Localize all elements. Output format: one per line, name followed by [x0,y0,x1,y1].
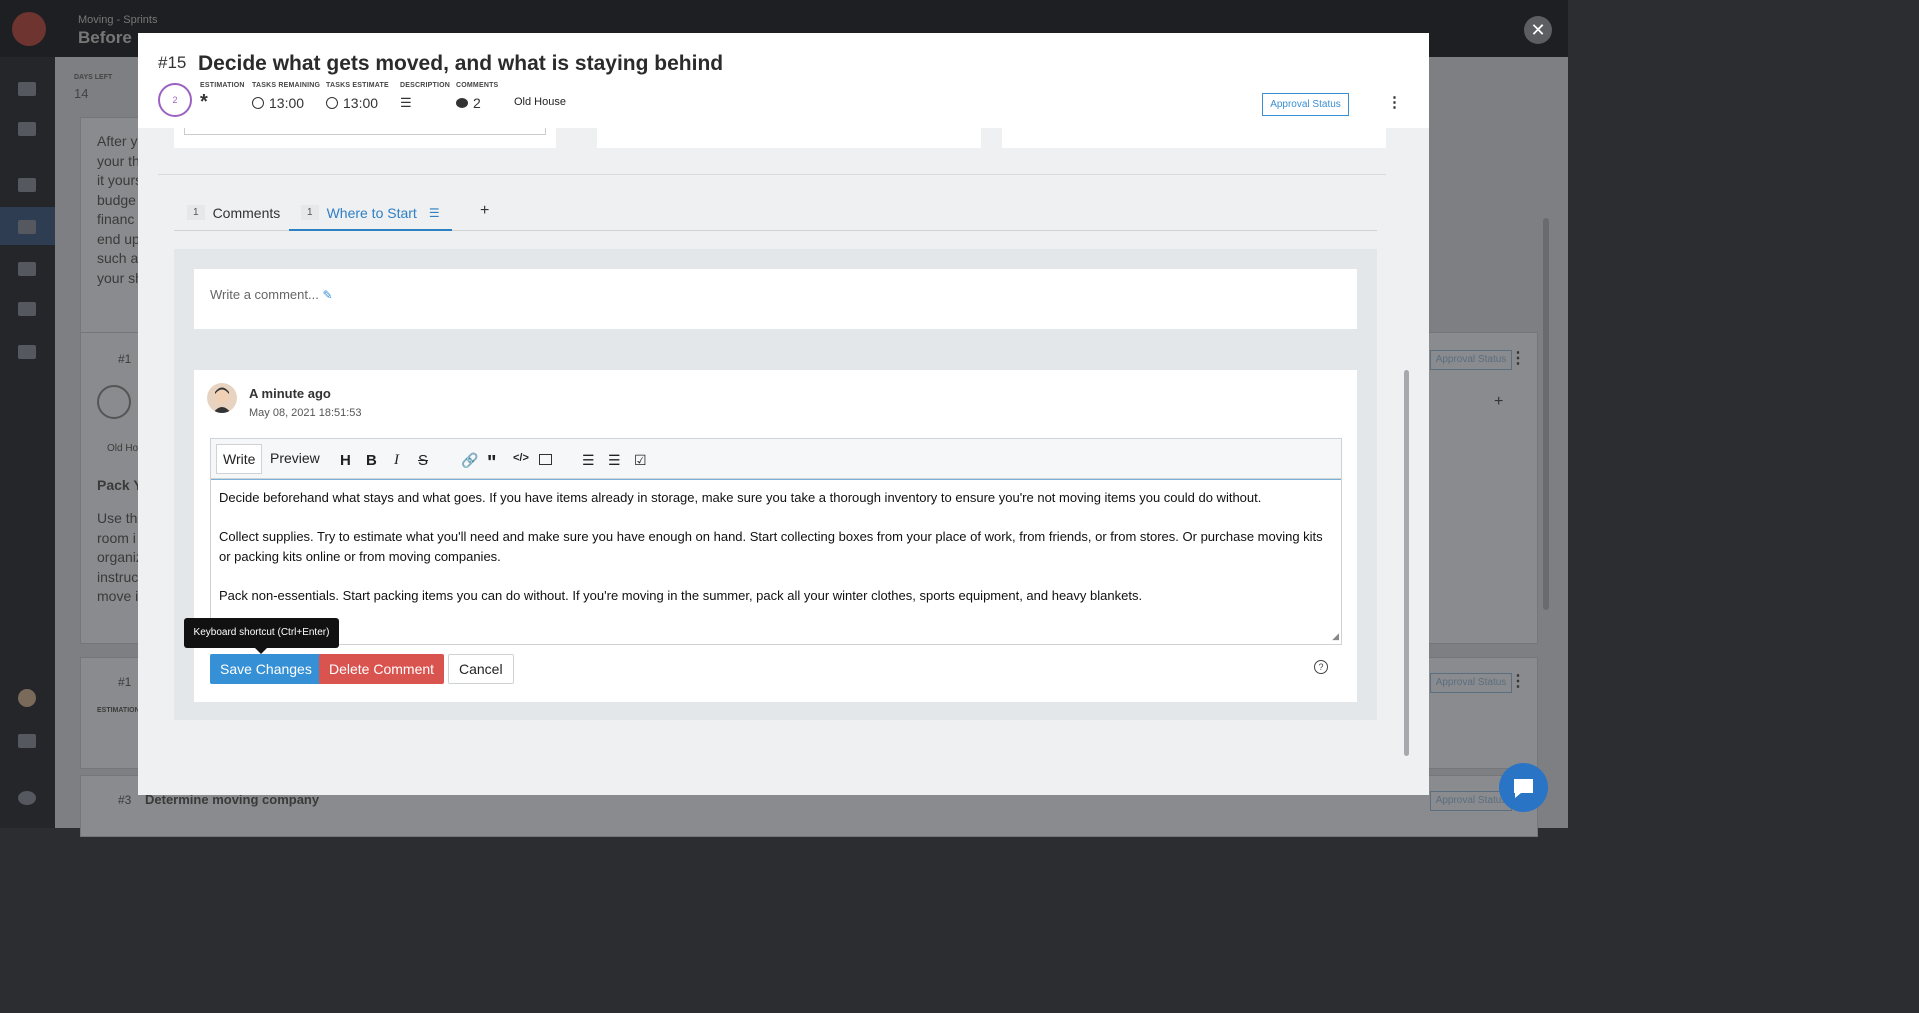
heading-icon[interactable]: H [340,452,356,469]
asterisk-icon: * [200,91,208,113]
points-badge [97,385,131,419]
align-left-icon: ☰ [400,95,412,110]
days-left-label: DAYS LEFT [74,74,113,81]
panel [597,128,981,148]
upper-panels [158,128,1386,148]
row-number: #1 [118,675,132,689]
user-avatar[interactable] [18,689,36,707]
breadcrumb[interactable]: Moving - Sprints [78,14,157,26]
panel [1002,128,1386,148]
users-icon[interactable] [18,345,36,359]
estimation-label: ESTIMATION [97,707,140,714]
comment-paragraph: Collect supplies. Try to estimate what y… [219,529,1323,564]
write-tab[interactable]: Write [216,444,263,474]
cancel-button[interactable]: Cancel [448,654,514,684]
board-icon[interactable] [18,220,36,234]
story-modal: #15 Decide what gets moved, and what is … [138,33,1429,795]
numbered-list-icon[interactable]: ☰ [608,452,624,468]
meta-estimation[interactable]: ESTIMATION * [200,82,245,113]
tab-comments[interactable]: 1 Comments [187,196,280,229]
comment-textarea[interactable]: Decide beforehand what stays and what go… [211,479,1341,644]
comment-paragraph: Decide beforehand what stays and what go… [219,490,1262,505]
italic-icon[interactable]: I [394,452,410,468]
chat-icon[interactable] [1499,763,1548,812]
add-tab-button[interactable]: + [480,202,489,220]
strikethrough-icon[interactable]: S [418,452,434,469]
link-icon[interactable]: 🔗 [461,452,478,468]
page-title: Before [78,28,132,47]
meta-tasks-remaining[interactable]: TASKS REMAINING 13:00 [252,82,320,111]
modal-scrollbar[interactable] [1404,370,1409,756]
code-icon[interactable]: </> [513,452,529,468]
days-left-value: 14 [74,86,89,101]
row-number: #1 [118,352,132,366]
shortcut-tooltip: Keyboard shortcut (Ctrl+Enter) [184,618,339,654]
comments-area: Write a comment... ✎ A minute ago May 08… [174,249,1377,720]
story-title: Pack Y [97,477,143,493]
tag: Old Ho [107,443,139,454]
comment-placeholder[interactable]: Write a comment... ✎ [210,287,333,302]
clock-icon [326,97,338,109]
image-icon[interactable] [539,454,552,465]
meta-tasks-estimate[interactable]: TASKS ESTIMATE 13:00 [326,82,389,111]
delete-comment-button[interactable]: Delete Comment [319,654,445,684]
tag-label[interactable]: Old House [514,96,566,108]
database-icon[interactable] [18,302,36,316]
new-comment-box[interactable]: Write a comment... ✎ [194,269,1357,329]
logout-icon[interactable] [18,791,36,805]
input-field[interactable] [184,128,546,135]
meta-description[interactable]: DESCRIPTION ☰ [400,82,450,111]
comment-paragraph: Pack non-essentials. Start packing items… [219,588,1143,603]
preview-tab[interactable]: Preview [270,450,320,466]
modal-header: #15 Decide what gets moved, and what is … [138,33,1429,128]
save-changes-button[interactable]: Save Changes [210,654,322,684]
markdown-editor: Write Preview H B I S 🔗 " </> ☰ ☰ ☑ Deci… [210,438,1342,645]
resize-handle[interactable]: ◢ [1332,631,1339,642]
list-icon[interactable] [18,178,36,192]
comment-card: A minute ago May 08, 2021 18:51:53 Write… [194,370,1357,702]
more-options-icon[interactable]: ⋮ [1510,348,1526,368]
dashboard-icon[interactable] [18,82,36,96]
tab-where-to-start[interactable]: 1 Where to Start ☰ [289,196,452,231]
approval-status-button[interactable]: Approval Status [1430,673,1512,693]
card-icon[interactable] [18,734,36,748]
comment-date: May 08, 2021 18:51:53 [249,407,362,419]
divider [158,174,1386,175]
run-icon[interactable] [18,262,36,276]
meta-comments[interactable]: COMMENTS 2 [456,82,498,111]
story-number: #15 [158,53,187,72]
story-title[interactable]: Decide what gets moved, and what is stay… [198,52,723,76]
bold-icon[interactable]: B [366,452,382,469]
comment-author: A minute ago [249,386,331,401]
bulleted-list-icon[interactable]: ☰ [582,452,598,468]
page-scrollbar[interactable] [1543,218,1549,610]
editor-toolbar: Write Preview H B I S 🔗 " </> ☰ ☰ ☑ [211,439,1341,479]
close-icon[interactable]: ✕ [1524,16,1552,44]
more-options-icon[interactable]: ⋮ [1387,93,1402,111]
more-options-icon[interactable]: ⋮ [1510,671,1526,691]
avatar [207,383,237,413]
add-icon[interactable]: + [1494,393,1503,411]
points-badge[interactable]: 2 [158,83,192,117]
menu-icon[interactable]: ☰ [429,206,440,220]
comment-tabs: 1 Comments 1 Where to Start ☰ + [174,196,1377,231]
app-logo[interactable] [12,12,46,46]
clock-icon [252,97,264,109]
quote-icon[interactable]: " [487,452,503,474]
panel [174,128,556,148]
row-number: #3 [118,793,132,807]
approval-status-button[interactable]: Approval Status [1430,350,1512,370]
comment-icon [456,98,468,108]
help-icon[interactable]: ? [1314,660,1328,674]
pencil-icon: ✎ [322,288,333,302]
projects-icon[interactable] [18,122,36,136]
task-list-icon[interactable]: ☑ [634,452,650,468]
sidebar [0,57,55,828]
approval-status-button[interactable]: Approval Status [1262,93,1349,116]
